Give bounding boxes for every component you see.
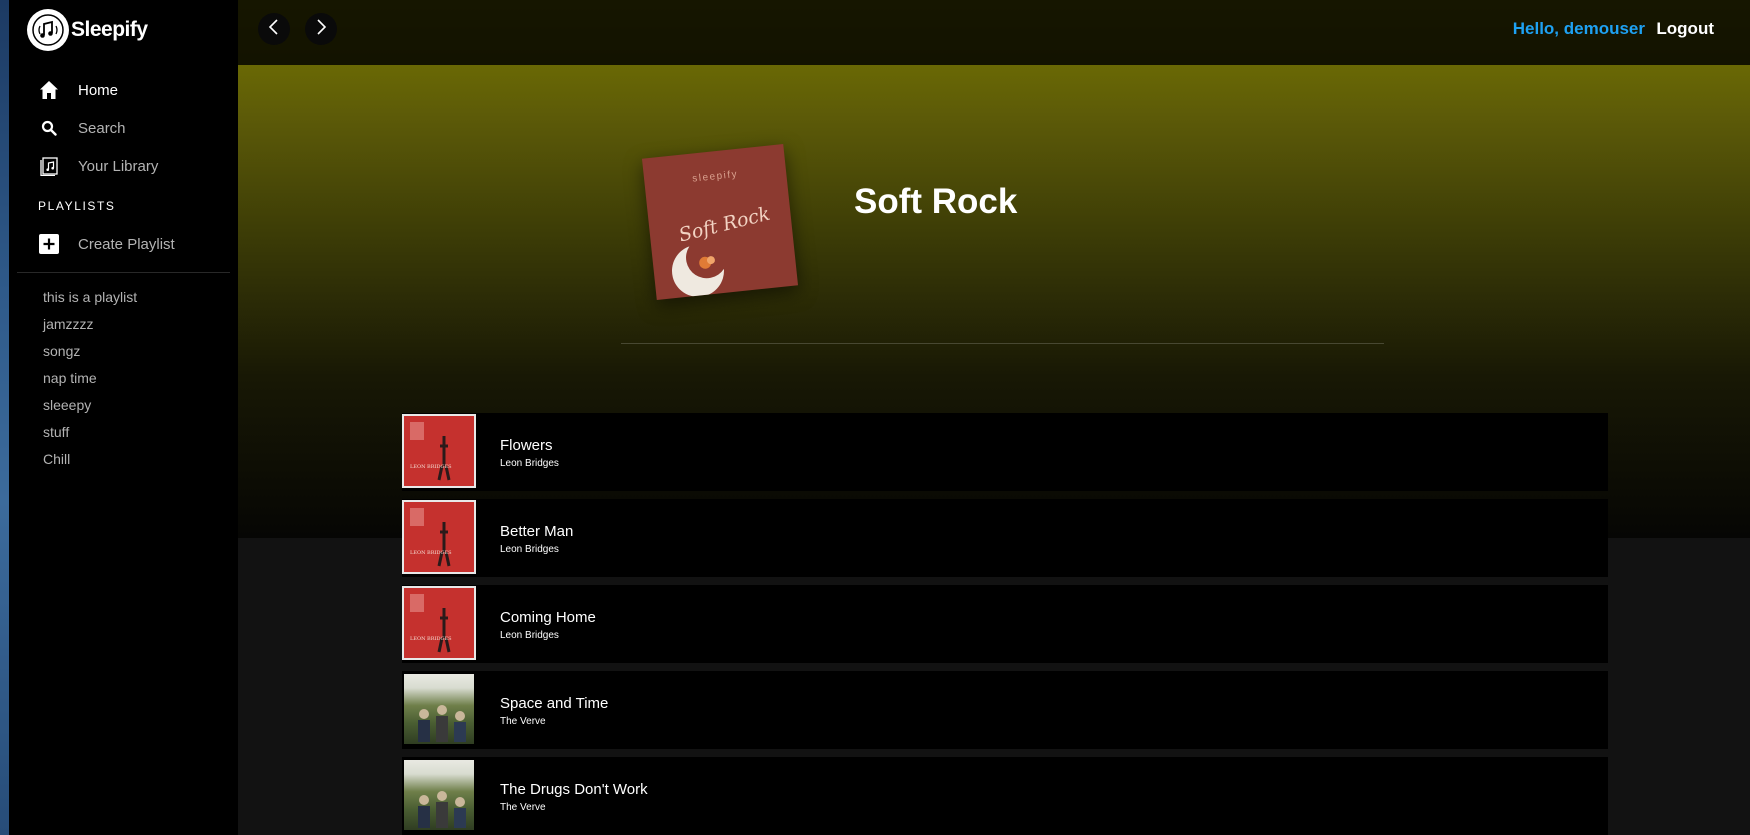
back-button[interactable]: [258, 13, 290, 45]
sidebar-divider: [17, 272, 230, 273]
app-name: Sleepify: [71, 18, 148, 41]
song-artist[interactable]: Leon Bridges: [500, 458, 559, 469]
song-title: Coming Home: [500, 609, 596, 626]
playlist-item[interactable]: sleeepy: [43, 395, 137, 422]
album-art: [402, 672, 476, 746]
album-art: LEON BRIDGES: [402, 586, 476, 660]
chevron-right-icon: [314, 18, 328, 40]
playlist-item[interactable]: this is a playlist: [43, 287, 137, 314]
plus-box-icon: [39, 234, 59, 254]
sidebar: Sleepify Home Search Your Library PLAYLI…: [9, 0, 238, 835]
svg-text:LEON BRIDGES: LEON BRIDGES: [410, 636, 452, 642]
song-artist[interactable]: The Verve: [500, 716, 546, 727]
song-artist[interactable]: Leon Bridges: [500, 544, 559, 555]
search-icon: [39, 118, 59, 138]
nav-home-label: Home: [78, 81, 119, 99]
hero-divider: [621, 343, 1384, 344]
chevron-left-icon: [267, 18, 281, 40]
album-art: [402, 758, 476, 832]
song-row[interactable]: LEON BRIDGES Better Man Leon Bridges: [402, 499, 1608, 577]
song-row[interactable]: LEON BRIDGES Coming Home Leon Bridges: [402, 585, 1608, 663]
nav-search-label: Search: [78, 119, 126, 137]
song-artist[interactable]: Leon Bridges: [500, 630, 559, 641]
song-row[interactable]: The Drugs Don't Work The Verve: [402, 757, 1608, 835]
playlist-item[interactable]: songz: [43, 341, 137, 368]
playlist-item[interactable]: stuff: [43, 422, 137, 449]
playlist-title: Soft Rock: [854, 182, 1018, 221]
song-title: The Drugs Don't Work: [500, 781, 648, 798]
song-title: Flowers: [500, 437, 553, 454]
main-content: Hello, demouser Logout sleepify Soft Roc…: [238, 0, 1750, 835]
logout-button[interactable]: Logout: [1656, 19, 1714, 39]
song-artist[interactable]: The Verve: [500, 802, 546, 813]
create-playlist-button[interactable]: Create Playlist: [39, 234, 175, 254]
song-title: Better Man: [500, 523, 574, 540]
logo-music-icon: [27, 9, 69, 51]
nav-home[interactable]: Home: [39, 80, 118, 100]
playlist-list: this is a playlist jamzzzz songz nap tim…: [43, 287, 137, 476]
create-playlist-label: Create Playlist: [78, 235, 175, 253]
album-art: LEON BRIDGES: [402, 414, 476, 488]
top-bar: Hello, demouser Logout: [238, 0, 1750, 65]
playlist-item[interactable]: jamzzzz: [43, 314, 137, 341]
song-row[interactable]: Space and Time The Verve: [402, 671, 1608, 749]
forward-button[interactable]: [305, 13, 337, 45]
library-icon: [39, 156, 59, 176]
cover-title-text: Soft Rock: [677, 203, 773, 247]
playlists-heading: PLAYLISTS: [38, 199, 116, 213]
app-logo[interactable]: Sleepify: [27, 9, 148, 51]
nav-search[interactable]: Search: [39, 118, 126, 138]
album-art: LEON BRIDGES: [402, 500, 476, 574]
svg-text:LEON BRIDGES: LEON BRIDGES: [410, 464, 452, 470]
cover-brand-text: sleepify: [692, 169, 739, 185]
song-title: Space and Time: [500, 695, 609, 712]
user-greeting[interactable]: Hello, demouser: [1513, 19, 1645, 39]
playlist-item[interactable]: nap time: [43, 368, 137, 395]
desktop-background: [0, 0, 9, 835]
svg-text:LEON BRIDGES: LEON BRIDGES: [410, 550, 452, 556]
nav-library-label: Your Library: [78, 157, 159, 175]
home-icon: [39, 80, 59, 100]
song-row[interactable]: LEON BRIDGES Flowers Leon Bridges: [402, 413, 1608, 491]
playlist-item[interactable]: Chill: [43, 449, 137, 476]
nav-library[interactable]: Your Library: [39, 156, 158, 176]
playlist-cover: sleepify Soft Rock: [641, 143, 799, 301]
